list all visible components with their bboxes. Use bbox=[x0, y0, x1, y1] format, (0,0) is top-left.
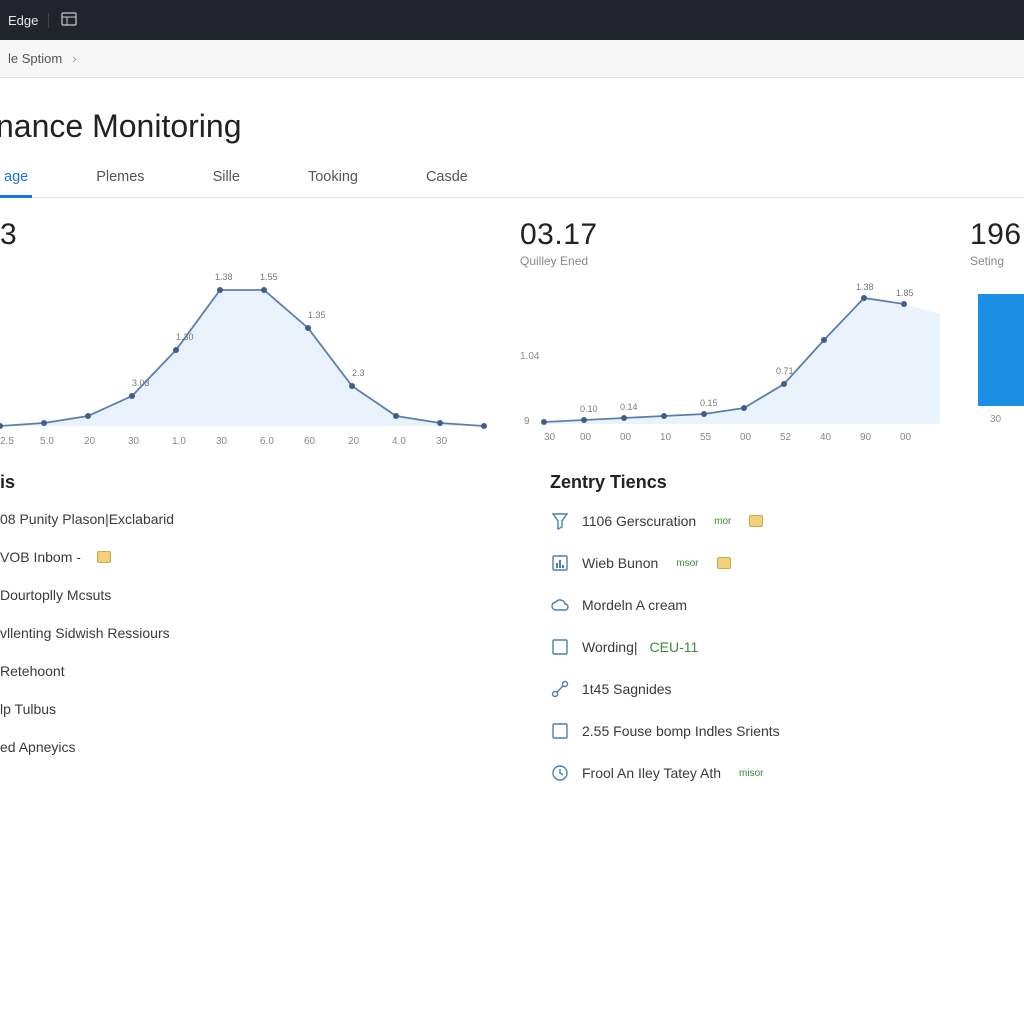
svg-text:30: 30 bbox=[990, 414, 1002, 424]
document-icon[interactable] bbox=[61, 12, 77, 29]
stat-mid-value: 03.17 bbox=[520, 218, 940, 252]
page-body: nance Monitoring age Plemes Sille Tookin… bbox=[0, 78, 1024, 783]
tab-casde[interactable]: Casde bbox=[422, 159, 472, 197]
clock-icon bbox=[550, 763, 570, 783]
svg-text:4.0: 4.0 bbox=[392, 436, 406, 447]
svg-text:55: 55 bbox=[700, 432, 712, 443]
svg-text:00: 00 bbox=[580, 432, 592, 443]
chart-right-plot: 30 bbox=[970, 274, 1024, 424]
tab-sille[interactable]: Sille bbox=[209, 159, 244, 197]
stat-right-sub: Seting bbox=[970, 254, 1024, 268]
svg-text:40: 40 bbox=[820, 432, 832, 443]
svg-text:1.30: 1.30 bbox=[176, 332, 194, 342]
stat-right-value: 196 bbox=[970, 218, 1024, 252]
right-list: Zentry Tiencs 1106 Gerscuration mor Wieb… bbox=[550, 472, 1024, 783]
tab-plemes[interactable]: Plemes bbox=[92, 159, 148, 197]
svg-text:3.03: 3.03 bbox=[132, 378, 150, 388]
square-icon bbox=[550, 721, 570, 741]
left-list-title: is bbox=[0, 472, 490, 493]
chart-right: 196 Seting 30 bbox=[970, 218, 1024, 424]
svg-text:2.3: 2.3 bbox=[352, 368, 365, 378]
svg-text:60: 60 bbox=[304, 436, 316, 447]
lists-row: is 08 Punity Plason|Exclabarid VOB Inbom… bbox=[0, 472, 1024, 783]
svg-text:1.35: 1.35 bbox=[308, 310, 326, 320]
badge-icon bbox=[97, 551, 111, 563]
list-item[interactable]: Wording| CEU-11 bbox=[550, 637, 1024, 657]
svg-text:90: 90 bbox=[860, 432, 872, 443]
svg-text:20: 20 bbox=[348, 436, 360, 447]
left-list: is 08 Punity Plason|Exclabarid VOB Inbom… bbox=[0, 472, 490, 783]
svg-text:30: 30 bbox=[544, 432, 556, 443]
tab-tooking[interactable]: Tooking bbox=[304, 159, 362, 197]
list-item[interactable]: Wieb Bunon msor bbox=[550, 553, 1024, 573]
svg-text:0.71: 0.71 bbox=[776, 366, 794, 376]
svg-text:30: 30 bbox=[436, 436, 448, 447]
route-icon bbox=[550, 679, 570, 699]
svg-text:2.5: 2.5 bbox=[0, 436, 14, 447]
svg-text:30: 30 bbox=[128, 436, 140, 447]
stat-mid-sub: Quilley Ened bbox=[520, 254, 940, 268]
chart-left-plot: 3.03 1.30 1.38 1.55 1.35 2.3 2.5 5.0 20 … bbox=[0, 258, 490, 448]
badge-icon bbox=[749, 515, 763, 527]
svg-text:0.15: 0.15 bbox=[700, 398, 718, 408]
list-item[interactable]: lp Tulbus bbox=[0, 701, 490, 717]
charts-row: 3 3.03 1.30 1.38 1.55 1.35 2.3 2.5 5.0 bbox=[0, 218, 1024, 448]
svg-text:5.0: 5.0 bbox=[40, 436, 54, 447]
stat-left-value: 3 bbox=[0, 218, 490, 252]
breadcrumb-item[interactable]: le Sptiom bbox=[8, 51, 62, 66]
list-item[interactable]: 2.55 Fouse bomp Indles Srients bbox=[550, 721, 1024, 741]
svg-text:0.14: 0.14 bbox=[620, 402, 638, 412]
svg-text:00: 00 bbox=[620, 432, 632, 443]
list-item[interactable]: Retehoont bbox=[0, 663, 490, 679]
list-item[interactable]: 08 Punity Plason|Exclabarid bbox=[0, 511, 490, 527]
chart-mid: 03.17 Quilley Ened 1.04 9 0.10 0.14 bbox=[520, 218, 940, 444]
badge-icon bbox=[717, 557, 731, 569]
cloud-icon bbox=[550, 595, 570, 615]
svg-text:52: 52 bbox=[780, 432, 792, 443]
funnel-icon bbox=[550, 511, 570, 531]
list-item[interactable]: Mordeln A cream bbox=[550, 595, 1024, 615]
suffix-label: CEU-11 bbox=[650, 639, 699, 655]
tab-bar: age Plemes Sille Tooking Casde bbox=[0, 159, 1024, 198]
svg-text:1.38: 1.38 bbox=[215, 272, 233, 282]
list-item[interactable]: vllenting Sidwish Ressiours bbox=[0, 625, 490, 641]
top-bar: Edge bbox=[0, 0, 1024, 40]
brand-label: Edge bbox=[8, 13, 49, 28]
svg-text:10: 10 bbox=[660, 432, 672, 443]
svg-text:1.55: 1.55 bbox=[260, 272, 278, 282]
svg-text:0.10: 0.10 bbox=[580, 404, 598, 414]
svg-text:1.04: 1.04 bbox=[520, 351, 540, 362]
svg-text:20: 20 bbox=[84, 436, 96, 447]
list-item[interactable]: VOB Inbom - bbox=[0, 549, 490, 565]
tag-label: misor bbox=[737, 767, 765, 780]
list-item[interactable]: Frool An Iley Tatey Ath misor bbox=[550, 763, 1024, 783]
list-item[interactable]: Dourtoplly Mcsuts bbox=[0, 587, 490, 603]
list-item[interactable]: 1t45 Sagnides bbox=[550, 679, 1024, 699]
svg-text:1.38: 1.38 bbox=[856, 282, 874, 292]
svg-text:00: 00 bbox=[740, 432, 752, 443]
report-icon bbox=[550, 553, 570, 573]
svg-text:00: 00 bbox=[900, 432, 912, 443]
list-item[interactable]: ed Apneyics bbox=[0, 739, 490, 755]
chart-mid-plot: 1.04 9 0.10 0.14 0.15 0.71 1.38 bbox=[520, 274, 940, 444]
right-list-title: Zentry Tiencs bbox=[550, 472, 1024, 493]
tag-label: mor bbox=[712, 515, 733, 528]
svg-text:30: 30 bbox=[216, 436, 228, 447]
svg-text:1.85: 1.85 bbox=[896, 288, 914, 298]
tab-age[interactable]: age bbox=[0, 159, 32, 198]
svg-text:1.0: 1.0 bbox=[172, 436, 186, 447]
chevron-right-icon: › bbox=[72, 51, 76, 66]
chart-left: 3 3.03 1.30 1.38 1.55 1.35 2.3 2.5 5.0 bbox=[0, 218, 490, 448]
tag-label: msor bbox=[674, 557, 700, 570]
square-icon bbox=[550, 637, 570, 657]
list-item[interactable]: 1106 Gerscuration mor bbox=[550, 511, 1024, 531]
breadcrumb: le Sptiom › bbox=[0, 40, 1024, 78]
svg-text:9: 9 bbox=[524, 416, 530, 427]
page-title: nance Monitoring bbox=[0, 108, 1024, 159]
svg-text:6.0: 6.0 bbox=[260, 436, 274, 447]
